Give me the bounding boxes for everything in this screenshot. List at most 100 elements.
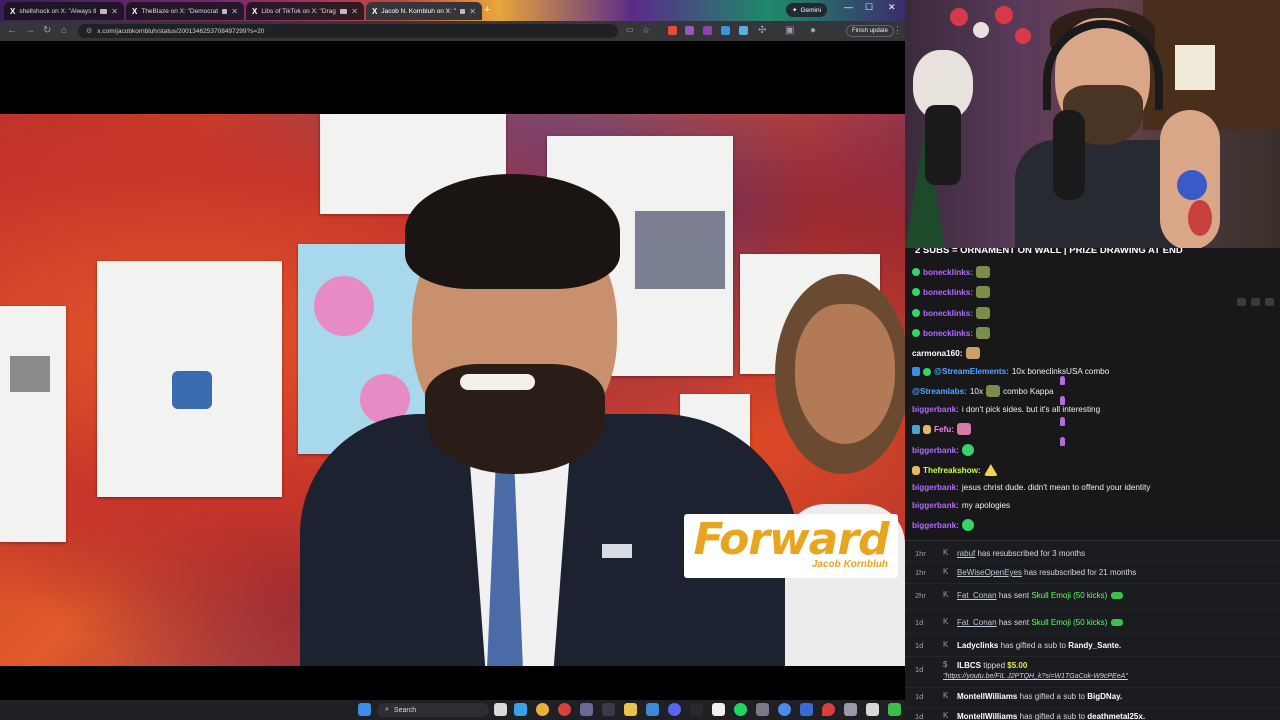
app-icon[interactable] <box>580 703 593 716</box>
event-user[interactable]: MontellWilliams <box>957 712 1017 720</box>
event-text: MontellWilliams has gifted a sub to BigD… <box>957 692 1122 701</box>
event-user[interactable]: Fat_Conan <box>957 618 997 627</box>
event-target[interactable]: deathmetal25x. <box>1087 712 1145 720</box>
event-target[interactable]: Randy_Sante. <box>1068 641 1121 650</box>
chat-username[interactable]: bonecklinks: <box>923 329 973 338</box>
app-icon[interactable] <box>558 703 571 716</box>
chat-message: biggerbank: i don't pick sides. but it's… <box>912 405 1100 414</box>
screen: X shellshock on X: "Always tl ✕ X TheBla… <box>0 0 1280 720</box>
new-tab-button[interactable]: + <box>484 4 490 16</box>
url-text: x.com/jacobkornbluh/status/2001346253708… <box>97 27 265 35</box>
file-explorer-icon[interactable] <box>624 703 637 716</box>
spotify-icon[interactable] <box>734 703 747 716</box>
site-info-icon[interactable]: ⚙ <box>86 27 92 35</box>
cast-icon[interactable]: ▭ <box>626 25 634 34</box>
tab-shellshock[interactable]: X shellshock on X: "Always tl ✕ <box>4 2 124 20</box>
event-user[interactable]: rabuf <box>957 549 975 558</box>
event-target[interactable]: BigDNay. <box>1087 692 1122 701</box>
profile-icon[interactable]: ● <box>810 25 816 36</box>
chrome-icon[interactable] <box>536 703 549 716</box>
chat-username[interactable]: bonecklinks: <box>923 288 973 297</box>
chat-username[interactable]: @StreamElements: <box>934 367 1009 376</box>
extension-icon[interactable] <box>703 26 712 35</box>
chat-username[interactable]: biggerbank: <box>912 405 959 414</box>
app-icon[interactable] <box>602 703 615 716</box>
chat-username[interactable]: Fefu: <box>934 425 954 434</box>
start-icon[interactable] <box>358 703 371 716</box>
kick-icon: K <box>943 711 949 720</box>
event-time: 1d <box>915 641 924 650</box>
app-icon[interactable] <box>756 703 769 716</box>
chat-message: Thefreakshow: <box>912 464 998 476</box>
chat-username[interactable]: biggerbank: <box>912 501 959 510</box>
extension-icon[interactable] <box>685 26 694 35</box>
chat-username[interactable]: biggerbank: <box>912 521 959 530</box>
chat-username[interactable]: biggerbank: <box>912 446 959 455</box>
bot-badge-icon <box>912 367 920 376</box>
event-row: 1d $ ILBCS tipped $5.00 "https://youtu.b… <box>905 661 1280 685</box>
pin-icon[interactable] <box>1237 298 1246 306</box>
maps-pin-icon[interactable] <box>822 703 835 716</box>
tab-theblaze[interactable]: X TheBlaze on X: "Democrat ✕ <box>126 2 244 20</box>
app-icon[interactable] <box>646 703 659 716</box>
popout-icon[interactable] <box>1265 298 1274 306</box>
chat-username[interactable]: bonecklinks: <box>923 309 973 318</box>
close-window-icon[interactable]: ✕ <box>888 2 896 13</box>
emote-icon <box>976 286 991 298</box>
forward-icon[interactable]: → <box>25 25 35 36</box>
extension-icon[interactable] <box>739 26 748 35</box>
close-tab-icon[interactable]: ✕ <box>351 7 358 16</box>
app-icon[interactable] <box>800 703 813 716</box>
extension-icon[interactable] <box>721 26 730 35</box>
finish-update-button[interactable]: Finish update <box>846 25 895 37</box>
tab-strip: X shellshock on X: "Always tl ✕ X TheBla… <box>0 0 905 21</box>
more-menu-icon[interactable]: ⋮ <box>893 25 902 36</box>
emote-icon <box>965 347 980 359</box>
minimize-icon[interactable]: — <box>844 2 853 12</box>
sidebar-icon[interactable]: ▣ <box>785 25 794 36</box>
event-row: 1d K Ladyclinks has gifted a sub to Rand… <box>905 641 1280 653</box>
event-time: 1hr <box>915 549 926 558</box>
extension-icon[interactable] <box>668 26 677 35</box>
app-icon[interactable] <box>844 703 857 716</box>
close-tab-icon[interactable]: ✕ <box>469 7 476 16</box>
event-user[interactable]: BeWiseOpenEyes <box>957 568 1022 577</box>
app-icon[interactable] <box>690 703 703 716</box>
forward-logo: Forward Jacob Kornbluh <box>684 514 898 578</box>
close-tab-icon[interactable]: ✕ <box>231 7 238 16</box>
task-view-icon[interactable] <box>494 703 507 716</box>
gemini-button[interactable]: ✦ Gemini <box>786 3 828 17</box>
maximize-icon[interactable]: ☐ <box>865 2 873 13</box>
event-user[interactable]: MontellWilliams <box>957 692 1017 701</box>
event-user[interactable]: ILBCS <box>957 661 981 670</box>
app-icon[interactable] <box>866 703 879 716</box>
event-link[interactable]: "https://youtu.be/FIL J2PTQH_k?si=W1TGaC… <box>943 673 1128 680</box>
chat-username[interactable]: bonecklinks: <box>923 268 973 277</box>
chat-username[interactable]: Thefreakshow: <box>923 466 981 475</box>
event-user[interactable]: Ladyclinks <box>957 641 998 650</box>
app-icon[interactable] <box>778 703 791 716</box>
tab-kornbluh[interactable]: X Jacob N. Kornbluh on X: " ✕ <box>366 2 482 20</box>
close-tab-icon[interactable]: ✕ <box>111 7 118 16</box>
app-icon[interactable] <box>888 703 901 716</box>
chat-username[interactable]: @Streamlabs: <box>912 387 967 396</box>
bookmark-star-icon[interactable]: ☆ <box>642 25 650 36</box>
recording-icon <box>459 8 466 14</box>
chat-username[interactable]: carmona160: <box>912 349 963 358</box>
chat-username[interactable]: biggerbank: <box>912 483 959 492</box>
app-icon[interactable] <box>712 703 725 716</box>
chat-message: biggerbank: jesus christ dude. didn't me… <box>912 483 1150 492</box>
tab-libs-of-tiktok[interactable]: X Libs of TikTok on X: "Drag ✕ <box>246 2 364 20</box>
address-bar[interactable]: ⚙ x.com/jacobkornbluh/status/20013462537… <box>78 24 618 38</box>
video-player[interactable]: Forward Jacob Kornbluh <box>0 41 905 700</box>
reload-icon[interactable]: ↻ <box>43 25 51 36</box>
discord-icon[interactable] <box>668 703 681 716</box>
home-icon[interactable]: ⌂ <box>61 25 67 36</box>
settings-icon[interactable] <box>1251 298 1260 306</box>
taskbar-search[interactable]: ⌕ Search <box>377 703 489 717</box>
chat-banner: 2 SUBS = ORNAMENT ON WALL | PRIZE DRAWIN… <box>915 248 1183 256</box>
edge-icon[interactable] <box>514 703 527 716</box>
back-icon[interactable]: ← <box>7 25 17 36</box>
extensions-puzzle-icon[interactable]: ✣ <box>758 25 766 36</box>
event-user[interactable]: Fat_Conan <box>957 591 997 600</box>
